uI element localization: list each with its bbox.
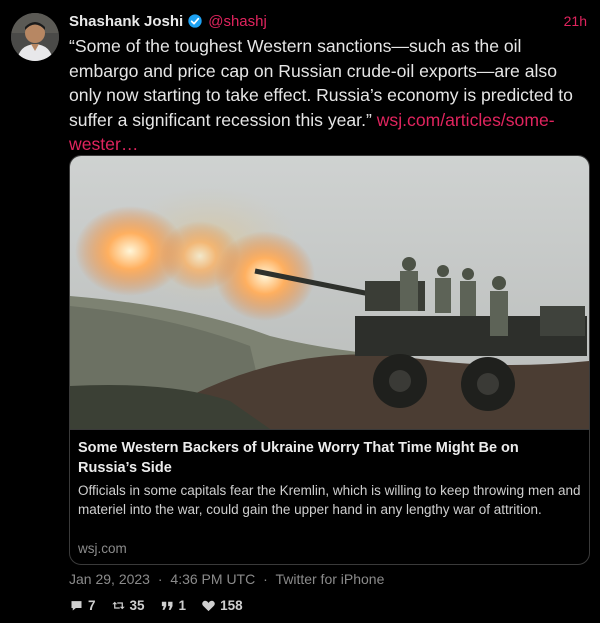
quote-button[interactable]: 1	[160, 597, 187, 613]
tweet-text: “Some of the toughest Western sanctions—…	[69, 34, 589, 157]
reply-icon	[71, 600, 82, 610]
avatar[interactable]	[11, 13, 59, 61]
tweet-meta: Jan 29, 2023 · 4:36 PM UTC · Twitter for…	[69, 571, 384, 587]
card-description: Officials in some capitals fear the Krem…	[78, 483, 581, 517]
like-count: 158	[220, 597, 243, 613]
like-button[interactable]: 158	[201, 598, 243, 613]
retweet-count: 35	[129, 597, 145, 613]
retweet-icon	[111, 601, 125, 609]
tweet-header: Shashank Joshi @shashj	[69, 11, 267, 31]
card-domain: wsj.com	[78, 541, 127, 556]
quote-icon	[161, 601, 173, 610]
tweet-relative-time[interactable]: 21h	[564, 13, 587, 29]
tweet-date[interactable]: Jan 29, 2023	[69, 571, 150, 587]
tweet-source: Twitter for iPhone	[275, 571, 385, 587]
reply-count: 7	[88, 597, 96, 613]
tweet: Shashank Joshi @shashj 21h “Some of the …	[0, 0, 600, 623]
tweet-time[interactable]: 4:36 PM UTC	[170, 571, 255, 587]
quote-count: 1	[178, 597, 187, 613]
link-card[interactable]: Some Western Backers of Ukraine Worry Th…	[69, 155, 590, 565]
like-icon	[202, 600, 215, 611]
card-title[interactable]: Some Western Backers of Ukraine Worry Th…	[78, 438, 578, 478]
separator: ·	[263, 571, 268, 587]
author-name[interactable]: Shashank Joshi	[69, 13, 183, 30]
tweet-actions: 7 35 1 158	[69, 596, 258, 614]
separator: ·	[157, 571, 163, 587]
card-image[interactable]	[70, 156, 589, 429]
verified-badge-icon	[188, 14, 202, 28]
card-body[interactable]: Some Western Backers of Ukraine Worry Th…	[70, 429, 589, 564]
author-handle[interactable]: @shashj	[208, 13, 267, 30]
reply-button[interactable]: 7	[69, 598, 96, 613]
retweet-button[interactable]: 35	[111, 598, 145, 613]
